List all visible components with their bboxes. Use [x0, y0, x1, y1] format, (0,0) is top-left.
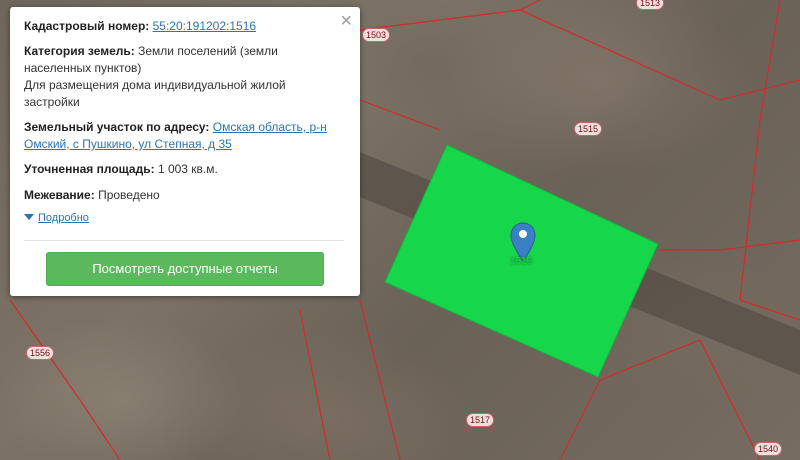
address-row: Земельный участок по адресу: Омская обла… — [24, 119, 340, 153]
lot-label: 1556 — [26, 346, 55, 360]
category-row: Категория земель: Земли поселений (земли… — [24, 43, 340, 111]
details-toggle[interactable]: Подробно — [24, 212, 89, 224]
lot-label: 1503 — [362, 28, 391, 42]
close-icon[interactable]: × — [340, 11, 352, 31]
cadastral-number-row: Кадастровый номер: 55:20:191202:1516 — [24, 18, 340, 35]
address-label: Земельный участок по адресу: — [24, 120, 210, 134]
view-reports-button[interactable]: Посмотреть доступные отчеты — [46, 252, 324, 286]
survey-value: Проведено — [98, 188, 160, 202]
lot-label: 1513 — [636, 0, 665, 10]
lot-label: 1517 — [466, 413, 495, 427]
usage-value: Для размещения дома индивидуальной жилой… — [24, 78, 286, 109]
cadastral-number-link[interactable]: 55:20:191202:1516 — [153, 19, 256, 33]
parcel-info-popup: × Кадастровый номер: 55:20:191202:1516 К… — [10, 7, 360, 296]
category-label: Категория земель: — [24, 44, 135, 58]
area-row: Уточненная площадь: 1 003 кв.м. — [24, 161, 340, 178]
lot-label: 1540 — [754, 442, 783, 456]
survey-label: Межевание: — [24, 188, 95, 202]
details-link[interactable]: Подробно — [38, 212, 89, 224]
selected-lot-label: 1516 — [510, 256, 533, 267]
area-label: Уточненная площадь: — [24, 162, 155, 176]
divider — [24, 240, 344, 241]
triangle-down-icon — [24, 214, 34, 220]
survey-row: Межевание: Проведено — [24, 187, 340, 204]
area-value: 1 003 кв.м. — [157, 162, 218, 176]
cadastral-label: Кадастровый номер: — [24, 19, 150, 33]
lot-label: 1515 — [574, 122, 603, 136]
